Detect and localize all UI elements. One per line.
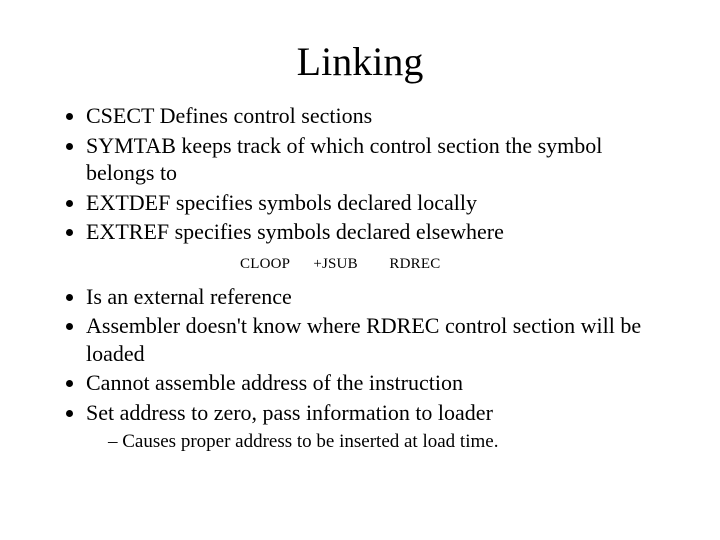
- list-item: Is an external reference: [86, 283, 670, 311]
- bullet-list-top: CSECT Defines control sections SYMTAB ke…: [58, 102, 670, 246]
- list-item: EXTREF specifies symbols declared elsewh…: [86, 218, 670, 246]
- sub-list-item: Causes proper address to be inserted at …: [108, 430, 670, 455]
- list-item: CSECT Defines control sections: [86, 102, 670, 130]
- list-item: EXTDEF specifies symbols declared locall…: [86, 189, 670, 217]
- code-example: CLOOP +JSUB RDREC: [50, 256, 670, 273]
- list-item: Assembler doesn't know where RDREC contr…: [86, 312, 670, 367]
- list-item-text: Set address to zero, pass information to…: [86, 400, 493, 425]
- slide: Linking CSECT Defines control sections S…: [0, 0, 720, 540]
- list-item: SYMTAB keeps track of which control sect…: [86, 132, 670, 187]
- list-item: Cannot assemble address of the instructi…: [86, 369, 670, 397]
- list-item: Set address to zero, pass information to…: [86, 399, 670, 455]
- sub-bullet-list: Causes proper address to be inserted at …: [108, 430, 670, 455]
- slide-title: Linking: [50, 40, 670, 84]
- bullet-list-bottom: Is an external reference Assembler doesn…: [58, 283, 670, 455]
